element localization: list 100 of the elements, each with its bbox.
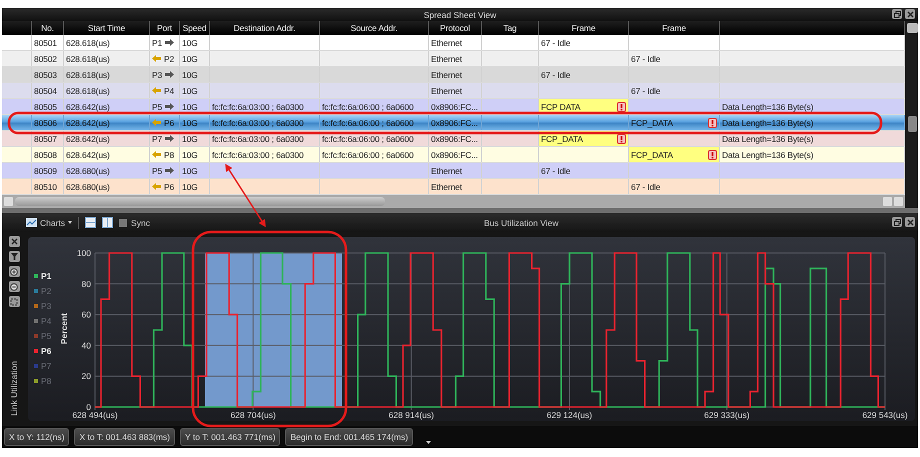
y-tick-label: 0 [86, 402, 91, 412]
port-label: P3 [152, 70, 162, 80]
alert-icon [617, 102, 626, 112]
table-cell: 0x8906:FC... [429, 115, 482, 130]
table-row[interactable]: 80508 628.642(us) P8 10G fc:fc:fc:6a:03:00 ; 6a0300 fc:fc:fc:6a:06:00 ; 6a0600 0x8906:FC... FCP_DATA Data Length=136 Byte(s) [2, 147, 905, 163]
x-tick-label: 629 333(us) [704, 410, 750, 420]
table-cell: 628.618(us) [64, 35, 150, 50]
table-cell: 628.642(us) [64, 131, 150, 146]
table-row[interactable]: 80510 628.680(us) P6 10G Ethernet 67 - Idle [2, 179, 905, 195]
table-cell: 10G [180, 83, 210, 98]
table-cell: 628.642(us) [64, 115, 150, 130]
horizontal-scrollbar[interactable] [2, 195, 905, 208]
alert-icon [708, 150, 717, 160]
port-label: P2 [164, 54, 174, 64]
table-row[interactable]: 80501 628.618(us) P1 10G Ethernet 67 - Idle [2, 35, 905, 51]
measurement-button[interactable]: Y to T: 001.463 771(ms) [180, 428, 280, 446]
port-label: P6 [164, 118, 174, 128]
table-cell: fc:fc:fc:6a:03:00 ; 6a0300 [210, 131, 320, 146]
zoom-out-button[interactable] [8, 281, 20, 292]
legend-label[interactable]: P6 [41, 346, 52, 356]
legend-label[interactable]: P1 [41, 271, 52, 281]
frame-label: FCP DATA [541, 102, 580, 112]
table-row[interactable]: 80504 628.618(us) P4 10G Ethernet 67 - Idle [2, 83, 905, 99]
table-cell: 80507 [32, 131, 64, 146]
port-label: P1 [152, 38, 162, 48]
port-label: P5 [152, 102, 162, 112]
table-cell: 80510 [32, 179, 64, 194]
table-row[interactable]: 80502 628.618(us) P2 10G Ethernet 67 - Idle [2, 51, 905, 67]
table-cell: 628.618(us) [64, 51, 150, 66]
table-cell: 628.618(us) [64, 83, 150, 98]
table-cell: Ethernet [429, 67, 482, 82]
table-cell: 628.618(us) [64, 67, 150, 82]
restore-button[interactable] [892, 9, 902, 19]
frame-label: 67 - Idle [631, 86, 660, 96]
table-cell: 10G [180, 51, 210, 66]
table-row[interactable]: 80503 628.618(us) P3 10G Ethernet 67 - Idle [2, 67, 905, 83]
fit-button[interactable] [8, 296, 20, 307]
columns-layout-icon[interactable] [102, 217, 114, 228]
frame-label: 67 - Idle [541, 70, 570, 80]
table-cell: 10G [180, 163, 210, 178]
table-cell: Ethernet [429, 35, 482, 50]
x-tick-label: 628 914(us) [388, 410, 434, 420]
table-cell: 0x8906:FC... [429, 99, 482, 114]
table-cell: 80508 [32, 147, 64, 162]
y-tick-label: 40 [82, 340, 91, 350]
table-cell: fc:fc:fc:6a:06:00 ; 6a0600 [320, 115, 429, 130]
restore-icon [894, 218, 900, 226]
table-cell: 10G [180, 131, 210, 146]
zoom-in-button[interactable] [8, 266, 20, 277]
rows-layout-icon[interactable] [85, 217, 96, 228]
close-button[interactable] [905, 9, 915, 19]
table-cell: fc:fc:fc:6a:06:00 ; 6a0600 [320, 99, 429, 114]
close-button[interactable] [905, 217, 915, 227]
table-cell: 10G [180, 67, 210, 82]
frame-label: FCP_DATA [631, 150, 673, 160]
zoom-out-icon [10, 282, 18, 290]
table-cell: 80502 [32, 51, 64, 66]
frame-label: FCP_DATA [631, 118, 673, 128]
funnel-icon [10, 253, 18, 260]
y-tick-label: 20 [82, 371, 91, 382]
port-label: P6 [164, 182, 174, 192]
table-cell: 628.642(us) [64, 99, 150, 114]
y-tick-label: 80 [82, 278, 91, 289]
table-cell: 0x8906:FC... [429, 131, 482, 146]
table-cell: 628.680(us) [64, 179, 150, 194]
table-cell: Ethernet [429, 51, 482, 66]
table-cell: 80503 [32, 67, 64, 82]
measurement-button[interactable]: Begin to End: 001.465 174(ms) [285, 428, 414, 446]
port-label: P5 [152, 166, 162, 176]
clear-button[interactable] [8, 236, 20, 247]
x-tick-label: 629 543(us) [862, 410, 908, 420]
table-cell: Ethernet [429, 83, 482, 98]
table-cell: 80505 [32, 99, 64, 114]
table-cell: 80504 [32, 83, 64, 98]
table-cell: 628.680(us) [64, 163, 150, 178]
vertical-scrollbar[interactable] [905, 21, 918, 208]
frame-label: 67 - Idle [541, 166, 570, 176]
table-cell: 10G [180, 115, 210, 130]
table-cell: 0x8906:FC... [429, 147, 482, 162]
port-label: P4 [164, 86, 174, 96]
restore-button[interactable] [892, 217, 902, 227]
table-cell: fc:fc:fc:6a:06:00 ; 6a0600 [320, 131, 429, 146]
panel-title: Bus Utilization View [484, 218, 558, 228]
sync-checkbox[interactable] [119, 218, 128, 226]
measurement-button[interactable]: X to Y: 112(ns) [4, 428, 70, 446]
caret-icon[interactable] [426, 440, 432, 444]
frame-label: 67 - Idle [541, 38, 570, 48]
table-cell: Ethernet [429, 179, 482, 194]
measurement-button[interactable]: X to T: 001.463 883(ms) [74, 428, 176, 446]
table-row[interactable]: 80509 628.680(us) P5 10G Ethernet 67 - Idle [2, 163, 905, 179]
filter-button[interactable] [8, 251, 20, 262]
panel-title: Spread Sheet View [424, 10, 496, 20]
table-cell: 80501 [32, 35, 64, 50]
table-row[interactable]: 80506 628.642(us) P6 10G fc:fc:fc:6a:03:00 ; 6a0300 fc:fc:fc:6a:06:00 ; 6a0600 0x8906:FC... FCP_DATA Data Length=136 Byte(s) [2, 115, 905, 131]
close-icon [906, 218, 914, 226]
table-cell: 10G [180, 99, 210, 114]
charts-menu[interactable]: Charts [26, 218, 72, 228]
table-cell: fc:fc:fc:6a:06:00 ; 6a0600 [320, 147, 429, 162]
frame-label: 67 - Idle [631, 54, 660, 64]
zoom-in-icon [10, 268, 18, 276]
